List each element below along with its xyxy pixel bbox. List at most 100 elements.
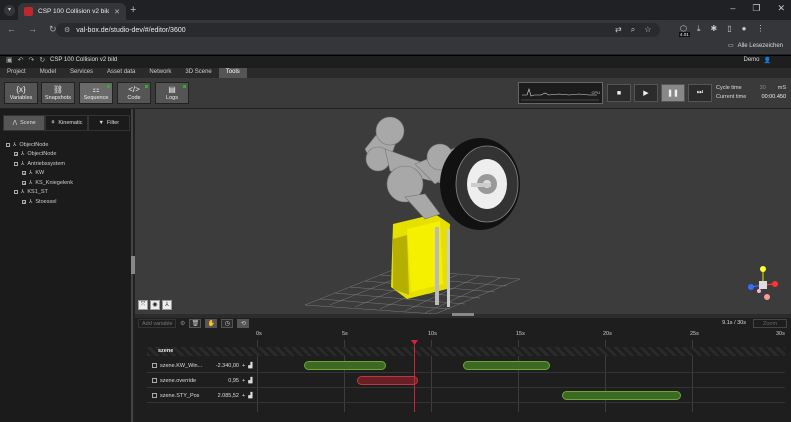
redo-icon[interactable]: ↷ [29, 56, 35, 64]
tree-node[interactable]: - ⅄ ObjectNode [6, 140, 73, 150]
extension-icon[interactable]: ⬡ 4.01 [679, 24, 690, 37]
chart-icon[interactable]: ▟ [248, 363, 252, 369]
add-variable-input[interactable]: Add variable [138, 319, 176, 328]
row-checkbox[interactable] [152, 393, 157, 398]
chart-icon[interactable]: ▟ [248, 393, 252, 399]
tree-node[interactable]: + ⅄ KS_Kniegelenk [6, 178, 73, 188]
3d-viewport[interactable] [135, 109, 791, 314]
cycle-time-value[interactable]: 30 [760, 85, 766, 91]
undo-icon[interactable]: ↶ [18, 56, 24, 64]
chart-icon[interactable]: ▟ [248, 378, 252, 384]
play-icon: ▶ [643, 90, 649, 97]
node-icon: ⅄ [29, 179, 33, 186]
tab-filter[interactable]: ▼ Filter [87, 115, 130, 131]
collapse-icon[interactable]: - [14, 161, 18, 166]
expand-icon[interactable]: + [22, 171, 26, 176]
add-keyframe-icon[interactable]: + [242, 393, 245, 399]
profile-icon[interactable]: ● [742, 24, 747, 34]
zoom-button[interactable]: Zoom [753, 319, 787, 328]
menu-services[interactable]: Services [63, 68, 100, 78]
settings-icon[interactable]: ⚙ [180, 320, 185, 327]
all-bookmarks[interactable]: ▭ Alle Lesezeichen [728, 42, 783, 50]
stop-button[interactable]: ■ [607, 84, 631, 102]
variables-button[interactable]: {x} Variables [4, 82, 38, 104]
forward-icon[interactable]: → [28, 24, 37, 35]
sequence-bar[interactable] [562, 391, 681, 400]
tab-kinematic[interactable]: ⚘ Kinematic [45, 115, 88, 131]
address-bar[interactable]: ⚙ val-box.de/studio-dev/#/editor/3600 [56, 23, 660, 37]
bookmark-star-icon[interactable]: ☆ [644, 25, 651, 35]
step-forward-button[interactable]: ⏭ [688, 84, 712, 102]
translate-icon[interactable]: ⇄ [615, 25, 622, 35]
sequence-bar[interactable] [463, 361, 550, 370]
loop-icon[interactable]: ⟲ [237, 319, 250, 328]
save-icon[interactable]: ▣ [6, 56, 13, 64]
tree-node-label: KS1_ST [27, 189, 48, 196]
sequence-label: Sequence [83, 95, 109, 101]
menu-kebab-icon[interactable]: ⋮ [756, 24, 764, 34]
minimize-icon[interactable]: – [730, 3, 735, 14]
ruler-tick: 20s [603, 331, 612, 337]
node-icon: ⅄ [29, 170, 33, 177]
ruler-tick: 15s [516, 331, 525, 337]
menu-tools[interactable]: Tools [218, 68, 247, 78]
logs-button[interactable]: ▤ Logs [155, 82, 189, 104]
expand-icon[interactable]: + [14, 152, 18, 157]
tree-node[interactable]: + ⅄ KW [6, 169, 73, 179]
hand-icon[interactable]: ✋ [205, 319, 218, 328]
splitter-grip[interactable] [452, 313, 474, 316]
browser-tab[interactable]: CSP 100 Collision v2 bild ✕ [18, 3, 126, 20]
zoom-icon[interactable]: ⌕ [631, 25, 635, 35]
code-button[interactable]: </> Code [117, 82, 151, 104]
tree-node[interactable]: + ⅄ Stoessel [6, 197, 73, 207]
delete-icon[interactable]: 🗑 [189, 319, 202, 328]
close-tab-icon[interactable]: ✕ [114, 8, 120, 16]
filter-icon: ▼ [98, 120, 104, 126]
clock-icon[interactable]: ◷ [221, 319, 234, 328]
sequence-bar[interactable] [357, 376, 418, 385]
sequence-button[interactable]: ⚏ Sequence [79, 82, 113, 104]
user-menu[interactable]: Demo 👤 [744, 57, 772, 64]
menu-asset-data[interactable]: Asset data [100, 68, 142, 78]
scene-panel-tabs: ⋀ Scene ⚘ Kinematic ▼ Filter [3, 115, 130, 131]
menu-3d-scene[interactable]: 3D Scene [178, 68, 218, 78]
tree-node[interactable]: + ⅄ ObjectNode [6, 150, 73, 160]
puzzle-icon[interactable]: ✱ [711, 24, 718, 34]
expand-icon[interactable]: + [22, 180, 26, 185]
fit-view-icon[interactable]: ⤧ [138, 300, 148, 310]
viewport-controls: ⤧ ◉ ⅄ [138, 300, 172, 310]
refresh-icon[interactable]: ↻ [39, 56, 45, 64]
play-button[interactable]: ▶ [634, 84, 658, 102]
variables-icon: {x} [16, 85, 26, 94]
row-checkbox[interactable] [152, 378, 157, 383]
back-icon[interactable]: ← [7, 24, 16, 35]
menu-project[interactable]: Project [0, 68, 33, 78]
kinematic-view-icon[interactable]: ⅄ [162, 300, 172, 310]
collapse-icon[interactable]: - [14, 190, 18, 195]
code-icon: </> [128, 85, 140, 94]
menu-network[interactable]: Network [142, 68, 178, 78]
playhead[interactable] [414, 340, 415, 412]
download-icon[interactable]: ⤓ [697, 24, 701, 34]
maximize-icon[interactable]: ❐ [752, 3, 760, 14]
group-header[interactable] [147, 347, 785, 356]
expand-icon[interactable]: + [22, 199, 26, 204]
scene-tree: - ⅄ ObjectNode + ⅄ ObjectNode - ⅄ Antriebssyst… [6, 140, 73, 207]
tree-node[interactable]: - ⅄ Antriebssystem [6, 159, 73, 169]
tab-search-icon[interactable]: ▾ [4, 5, 15, 16]
row-checkbox[interactable] [152, 363, 157, 368]
site-info-icon[interactable]: ⚙ [64, 26, 70, 34]
menu-model[interactable]: Model [33, 68, 63, 78]
snapshots-button[interactable]: ⛓ Snapshots [41, 82, 75, 104]
camera-icon[interactable]: ◉ [150, 300, 160, 310]
sequence-bar[interactable] [304, 361, 386, 370]
add-keyframe-icon[interactable]: + [242, 363, 245, 369]
tree-node[interactable]: - ⅄ KS1_ST [6, 188, 73, 198]
pause-button[interactable]: ❚❚ [661, 84, 685, 102]
new-tab-button[interactable]: + [130, 4, 136, 16]
sidepanel-icon[interactable]: ▯ [727, 24, 731, 34]
tab-scene[interactable]: ⋀ Scene [3, 115, 46, 131]
close-window-icon[interactable]: ✕ [777, 3, 785, 14]
add-keyframe-icon[interactable]: + [242, 378, 245, 384]
collapse-icon[interactable]: - [6, 142, 10, 147]
